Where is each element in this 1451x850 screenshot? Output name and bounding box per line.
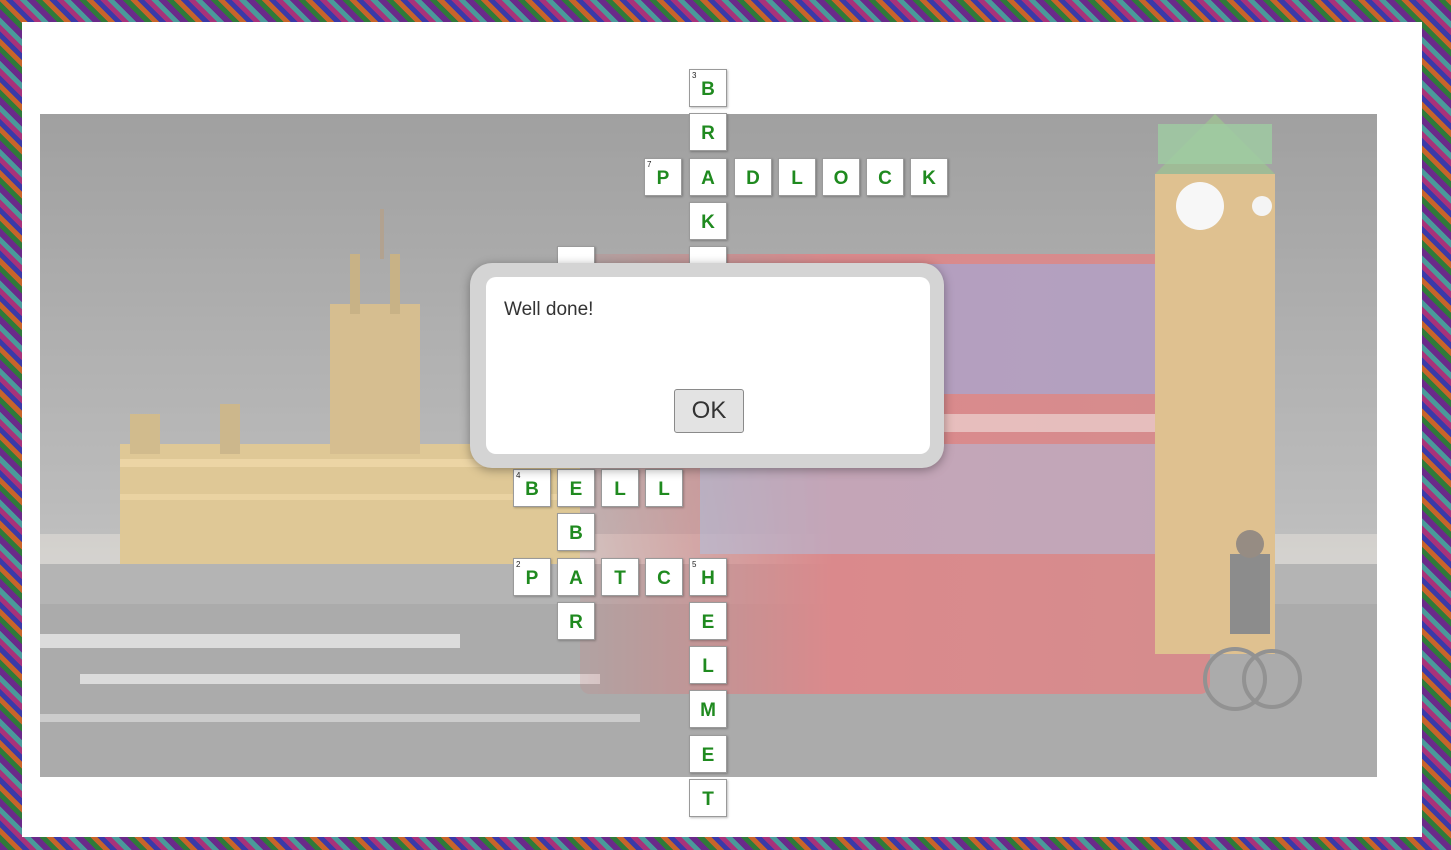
dialog-body: Well done! OK: [486, 277, 930, 454]
crossword-cell[interactable]: L: [689, 646, 727, 684]
crossword-cell[interactable]: A: [557, 558, 595, 596]
completion-dialog: Well done! OK: [470, 263, 944, 468]
cell-letter: R: [701, 123, 715, 144]
cell-letter: T: [702, 789, 714, 810]
crossword-cell[interactable]: E: [557, 469, 595, 507]
crossword-cell[interactable]: L: [601, 469, 639, 507]
crossword-cell[interactable]: C: [645, 558, 683, 596]
crossword-cell[interactable]: T: [689, 779, 727, 817]
cell-letter: B: [569, 523, 583, 544]
cell-letter: C: [657, 568, 671, 589]
cell-letter: B: [701, 79, 715, 100]
crossword-cell[interactable]: R: [689, 113, 727, 151]
crossword-cell[interactable]: 7P: [644, 158, 682, 196]
crossword-cell[interactable]: D: [734, 158, 772, 196]
crossword-cell[interactable]: R: [557, 602, 595, 640]
crossword-cell[interactable]: T: [601, 558, 639, 596]
crossword-cell[interactable]: 5H: [689, 558, 727, 596]
crossword-cell[interactable]: O: [822, 158, 860, 196]
cell-letter: K: [701, 212, 715, 233]
crossword-cell[interactable]: K: [689, 202, 727, 240]
cell-letter: L: [702, 656, 714, 677]
cell-letter: E: [701, 612, 715, 633]
crossword-cell[interactable]: E: [689, 735, 727, 773]
cell-letter: L: [658, 479, 670, 500]
crossword-cell[interactable]: 4B: [513, 469, 551, 507]
crossword-cell[interactable]: A: [689, 158, 727, 196]
cell-letter: R: [569, 612, 583, 633]
crossword-cell[interactable]: 2P: [513, 558, 551, 596]
cell-letter: D: [746, 168, 760, 189]
dialog-message: Well done!: [504, 299, 594, 320]
cell-letter: P: [525, 568, 539, 589]
crossword-cell[interactable]: L: [778, 158, 816, 196]
cell-letter: L: [791, 168, 803, 189]
crossword-cell[interactable]: M: [689, 690, 727, 728]
cell-letter: P: [656, 168, 670, 189]
cell-letter: K: [922, 168, 936, 189]
cell-letter: M: [700, 700, 716, 721]
cell-letter: O: [833, 168, 849, 189]
cell-letter: B: [525, 479, 539, 500]
crossword-cell[interactable]: L: [645, 469, 683, 507]
crossword-cell[interactable]: K: [910, 158, 948, 196]
cell-letter: L: [614, 479, 626, 500]
cell-letter: A: [701, 168, 715, 189]
cell-letter: C: [878, 168, 892, 189]
crossword-cell[interactable]: E: [689, 602, 727, 640]
cell-letter: H: [701, 568, 715, 589]
cell-letter: E: [569, 479, 583, 500]
cell-letter: T: [614, 568, 626, 589]
crossword-cell[interactable]: 3B: [689, 69, 727, 107]
crossword-cell[interactable]: C: [866, 158, 904, 196]
crossword-cell[interactable]: B: [557, 513, 595, 551]
cell-letter: E: [701, 745, 715, 766]
ok-button[interactable]: OK: [674, 389, 744, 433]
cell-letter: A: [569, 568, 583, 589]
